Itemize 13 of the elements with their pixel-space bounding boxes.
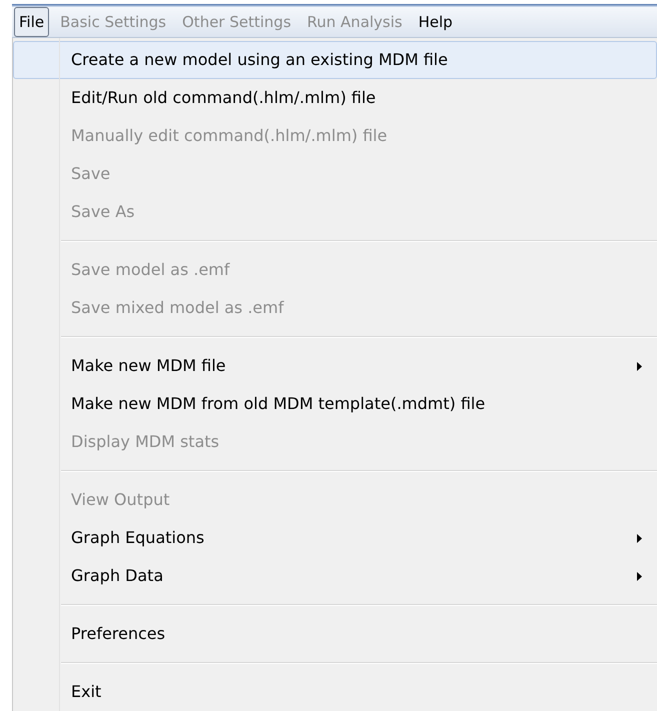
menu-item[interactable]: Create a new model using an existing MDM file — [13, 41, 657, 79]
menu-item[interactable]: Graph Data — [13, 557, 657, 595]
menu-item[interactable]: Make new MDM file — [13, 347, 657, 385]
menu-item[interactable]: Make new MDM from old MDM template(.mdmt) file — [13, 385, 657, 423]
menu-item[interactable]: Edit/Run old command(.hlm/.mlm) file — [13, 79, 657, 117]
submenu-arrow-icon — [637, 362, 642, 370]
menu-bar-item[interactable]: Help — [413, 7, 458, 37]
menu-item[interactable]: Graph Equations — [13, 519, 657, 557]
submenu-arrow-icon — [637, 534, 642, 542]
menu-item[interactable]: Exit — [13, 673, 657, 711]
menu-bar-item[interactable]: File — [14, 7, 50, 37]
menu-item[interactable]: Preferences — [13, 615, 657, 653]
submenu-arrow-icon — [637, 572, 642, 580]
